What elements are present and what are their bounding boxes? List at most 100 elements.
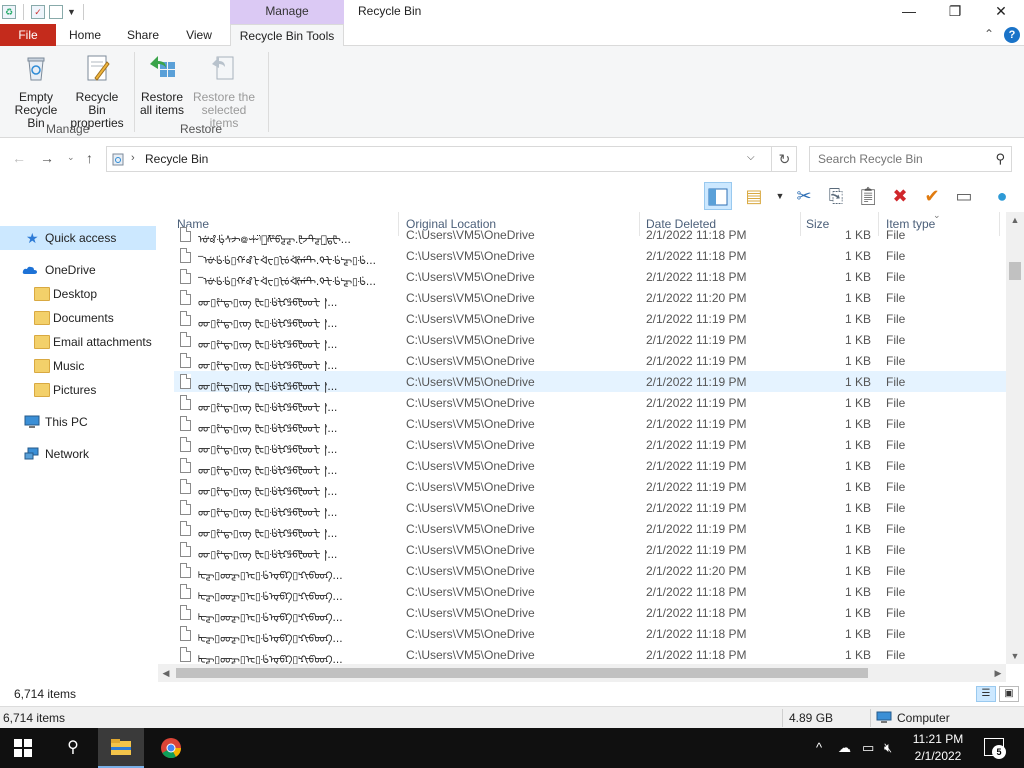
- nav-item-network[interactable]: Network: [0, 442, 156, 466]
- nav-item-label: Desktop: [53, 287, 98, 301]
- table-row[interactable]: ᡰᡄᡓ▯ᡂᡓ▯ᡄ▯ᢹᡇᡦᡗ▯ᡃᡗᡕᡦᡂᡗ... C:\Users\VM5\OneD…: [174, 623, 1006, 645]
- copy-icon[interactable]: ⎘: [822, 182, 850, 210]
- table-row[interactable]: ᡰᡄᡓ▯ᡂᡓ▯ᡄ▯ᢹᡇᡦᡗ▯ᡃᡗᡕᡦᡂᡗ... C:\Users\VM5\OneD…: [174, 560, 1006, 582]
- file-list: Name Original Location Date Deleted Size…: [158, 212, 1024, 664]
- nav-item-music[interactable]: Music: [0, 354, 156, 378]
- globe-icon[interactable]: ●: [988, 182, 1016, 210]
- table-row[interactable]: ᡂ▯ᡲᡃᡖ▯ᡕᡋ ᡛᡄ▯ᢹᡃᡶᡗᡱᡦᡛᡂᡶ |ᡃ... C:\Users\VM5\…: [174, 308, 1006, 330]
- tab-file[interactable]: File: [0, 24, 56, 46]
- table-row[interactable]: ᡂ▯ᡲᡃᡖ▯ᡕᡋ ᡛᡄ▯ᢹᡃᡶᡗᡱᡦᡛᡂᡶ |ᡃ... C:\Users\VM5\…: [174, 434, 1006, 456]
- table-row[interactable]: ᡂ▯ᡲᡃᡖ▯ᡕᡋ ᡛᡄ▯ᢹᡃᡶᡗᡱᡦᡛᡂᡶ |ᡃ... C:\Users\VM5\…: [174, 350, 1006, 372]
- horizontal-scrollbar[interactable]: ◀ ▶: [158, 664, 1006, 682]
- nav-item-email-attachments[interactable]: Email attachments: [0, 330, 156, 354]
- ribbon-group-divider: [268, 52, 269, 132]
- nav-item-desktop[interactable]: Desktop: [0, 282, 156, 306]
- restore-selected-icon: [212, 56, 234, 80]
- weather-warning-icon[interactable]: ☁: [838, 728, 851, 768]
- breadcrumb-recycle-bin[interactable]: Recycle Bin: [145, 152, 208, 166]
- table-row[interactable]: ᡂ▯ᡲᡃᡖ▯ᡕᡋ ᡛᡄ▯ᢹᡃᡶᡗᡱᡦᡛᡂᡶ |ᡃ... C:\Users\VM5\…: [174, 518, 1006, 540]
- close-button[interactable]: ✕: [978, 0, 1024, 24]
- show-hidden-icons-icon[interactable]: ^: [816, 728, 822, 768]
- table-row[interactable]: ᡂ▯ᡲᡃᡖ▯ᡕᡋ ᡛᡄ▯ᢹᡃᡶᡗᡱᡦᡛᡂᡶ |ᡃ... C:\Users\VM5\…: [174, 476, 1006, 498]
- table-row[interactable]: ̃ᡠᡃ꘩ᢹ̣ᠰᢣ᪤ꗻᵎ̈ᡍ̣ᢝᡦᡓᡓ.ᡛᡔᠲᡓᡚ̣ᡖᡛ... C:\Users\V…: [174, 224, 1006, 246]
- file-explorer-taskbar-button[interactable]: [98, 728, 144, 768]
- recycle-bin-properties-button[interactable]: Recycle Bin properties: [66, 52, 128, 130]
- folder-options-icon[interactable]: ▤: [740, 182, 768, 210]
- horizontal-scroll-thumb[interactable]: [176, 668, 868, 678]
- address-dropdown-icon[interactable]: ⌵: [747, 152, 755, 163]
- table-row[interactable]: ᡂ▯ᡲᡃᡖ▯ᡕᡋ ᡛᡄ▯ᢹᡃᡶᡗᡱᡦᡛᡂᡶ |ᡃ... C:\Users\VM5\…: [174, 371, 1006, 393]
- system-clock[interactable]: 11:21 PM 2/1/2022: [908, 731, 968, 765]
- table-row[interactable]: ᡰᡄᡓ▯ᡂᡓ▯ᡄ▯ᢹᡇᡦᡗ▯ᡃᡗᡕᡦᡂᡗ... C:\Users\VM5\OneD…: [174, 644, 1006, 664]
- nav-item-onedrive[interactable]: OneDrive: [0, 258, 156, 282]
- preview-pane-icon[interactable]: [704, 182, 732, 210]
- item-type: File: [886, 438, 906, 452]
- address-bar[interactable]: › Recycle Bin ⌵ ↻: [106, 146, 797, 172]
- cloud-icon: [22, 266, 37, 274]
- network-tray-icon[interactable]: ▭: [862, 728, 874, 768]
- scroll-down-icon[interactable]: ▼: [1006, 648, 1024, 664]
- search-box[interactable]: ⚲: [809, 146, 1012, 172]
- table-row[interactable]: ᡂ▯ᡲᡃᡖ▯ᡕᡋ ᡛᡄ▯ᢹᡃᡶᡗᡱᡦᡛᡂᡶ |ᡃ... C:\Users\VM5\…: [174, 329, 1006, 351]
- table-row[interactable]: ᡂ▯ᡲᡃᡖ▯ᡕᡋ ᡛᡄ▯ᢹᡃᡶᡗᡱᡦᡛᡂᡶ |ᡃ... C:\Users\VM5\…: [174, 455, 1006, 477]
- vertical-scrollbar[interactable]: ▲ ▼: [1006, 212, 1024, 664]
- empty-recycle-bin-icon: [27, 57, 45, 81]
- restore-all-items-button[interactable]: Restore all items: [138, 52, 186, 117]
- checkmark-icon[interactable]: ✔: [918, 182, 946, 210]
- table-row[interactable]: ᡂ▯ᡲᡃᡖ▯ᡕᡋ ᡛᡄ▯ᢹᡃᡶᡗᡱᡦᡛᡂᡶ |ᡃ... C:\Users\VM5\…: [174, 287, 1006, 309]
- rename-icon[interactable]: ▭: [950, 182, 978, 210]
- cut-icon[interactable]: ✂: [790, 182, 818, 210]
- search-icon[interactable]: ⚲: [995, 151, 1005, 167]
- minimize-button[interactable]: —: [886, 0, 932, 24]
- file-icon: [180, 395, 191, 410]
- ribbon-expand-icon[interactable]: ⌃: [984, 27, 994, 41]
- delete-icon[interactable]: ✖: [886, 182, 914, 210]
- scroll-right-icon[interactable]: ▶: [990, 664, 1006, 682]
- vertical-scroll-thumb[interactable]: [1009, 262, 1021, 280]
- nav-item-documents[interactable]: Documents: [0, 306, 156, 330]
- item-type: File: [886, 375, 906, 389]
- paste-icon[interactable]: 📋︎: [854, 182, 882, 210]
- breadcrumb-chevron-icon[interactable]: ›: [131, 152, 135, 164]
- recent-locations-chevron-icon[interactable]: ⌄: [67, 152, 75, 163]
- empty-recycle-bin-button[interactable]: Empty Recycle Bin: [6, 52, 66, 130]
- table-row[interactable]: ᡂ▯ᡲᡃᡖ▯ᡕᡋ ᡛᡄ▯ᢹᡃᡶᡗᡱᡦᡛᡂᡶ |ᡃ... C:\Users\VM5\…: [174, 539, 1006, 561]
- search-input[interactable]: [810, 147, 990, 171]
- maximize-button[interactable]: ❐: [932, 0, 978, 24]
- search-taskbar-icon[interactable]: ⚲: [50, 728, 96, 768]
- restore-selected-items-button[interactable]: Restore the selected items: [186, 52, 262, 130]
- nav-item-pictures[interactable]: Pictures: [0, 378, 156, 402]
- nav-item-this-pc[interactable]: This PC: [0, 410, 156, 434]
- recycle-bin-app-icon: ♻: [2, 5, 16, 19]
- new-folder-icon[interactable]: [49, 5, 63, 19]
- nav-item-quick-access[interactable]: ★ Quick access: [0, 226, 156, 250]
- chrome-taskbar-button[interactable]: [148, 728, 194, 768]
- up-arrow-icon[interactable]: ↑: [86, 150, 93, 166]
- properties-icon[interactable]: ✓: [31, 5, 45, 19]
- details-view-icon[interactable]: ☰: [976, 686, 996, 702]
- table-row[interactable]: ᡂ▯ᡲᡃᡖ▯ᡕᡋ ᡛᡄ▯ᢹᡃᡶᡗᡱᡦᡛᡂᡶ |ᡃ... C:\Users\VM5\…: [174, 413, 1006, 435]
- date-deleted: 2/1/2022 11:19 PM: [646, 312, 747, 326]
- tab-home[interactable]: Home: [58, 24, 112, 46]
- file-icon: [180, 332, 191, 347]
- back-arrow-icon[interactable]: ←: [12, 150, 26, 166]
- table-row[interactable]: ‾ᡠᡃᢹᢹ▯ᡤ꘩ᡶᢱᠸ▯ᡫᡠᢱᡃᡲᡤᠲ.ᡐᡶᢹᡃᡓ▯ᢹ... C:\Users\V…: [174, 245, 1006, 267]
- customize-toolbar-icon[interactable]: ▼: [67, 7, 76, 17]
- scroll-left-icon[interactable]: ◀: [158, 664, 174, 682]
- table-row[interactable]: ᡂ▯ᡲᡃᡖ▯ᡕᡋ ᡛᡄ▯ᢹᡃᡶᡗᡱᡦᡛᡂᡶ |ᡃ... C:\Users\VM5\…: [174, 392, 1006, 414]
- tab-share[interactable]: Share: [118, 24, 168, 46]
- table-row[interactable]: ‾ᡠᡃᢹᢹ▯ᡤ꘩ᡶᢱᠸ▯ᡫᡠᢱᡃᡲᡤᠲ.ᡐᡶᢹᡃᡓ▯ᢹ... C:\Users\V…: [174, 266, 1006, 288]
- tab-view[interactable]: View: [176, 24, 222, 46]
- large-icons-view-icon[interactable]: ▣: [999, 686, 1019, 702]
- table-row[interactable]: ᡂ▯ᡲᡃᡖ▯ᡕᡋ ᡛᡄ▯ᢹᡃᡶᡗᡱᡦᡛᡂᡶ |ᡃ... C:\Users\VM5\…: [174, 497, 1006, 519]
- help-icon[interactable]: ?: [1004, 27, 1020, 43]
- tab-recycle-bin-tools[interactable]: Recycle Bin Tools: [230, 24, 344, 47]
- table-row[interactable]: ᡰᡄᡓ▯ᡂᡓ▯ᡄ▯ᢹᡇᡦᡗ▯ᡃᡗᡕᡦᡂᡗ... C:\Users\VM5\OneD…: [174, 602, 1006, 624]
- start-button[interactable]: [0, 728, 46, 768]
- forward-arrow-icon[interactable]: →: [40, 150, 54, 166]
- volume-muted-icon[interactable]: 🔇︎: [884, 728, 892, 768]
- refresh-icon[interactable]: ↻: [771, 147, 797, 171]
- table-row[interactable]: ᡰᡄᡓ▯ᡂᡓ▯ᡄ▯ᢹᡇᡦᡗ▯ᡃᡗᡕᡦᡂᡗ... C:\Users\VM5\OneD…: [174, 581, 1006, 603]
- contextual-tab-group-label: Manage: [230, 0, 344, 24]
- scroll-up-icon[interactable]: ▲: [1006, 212, 1024, 228]
